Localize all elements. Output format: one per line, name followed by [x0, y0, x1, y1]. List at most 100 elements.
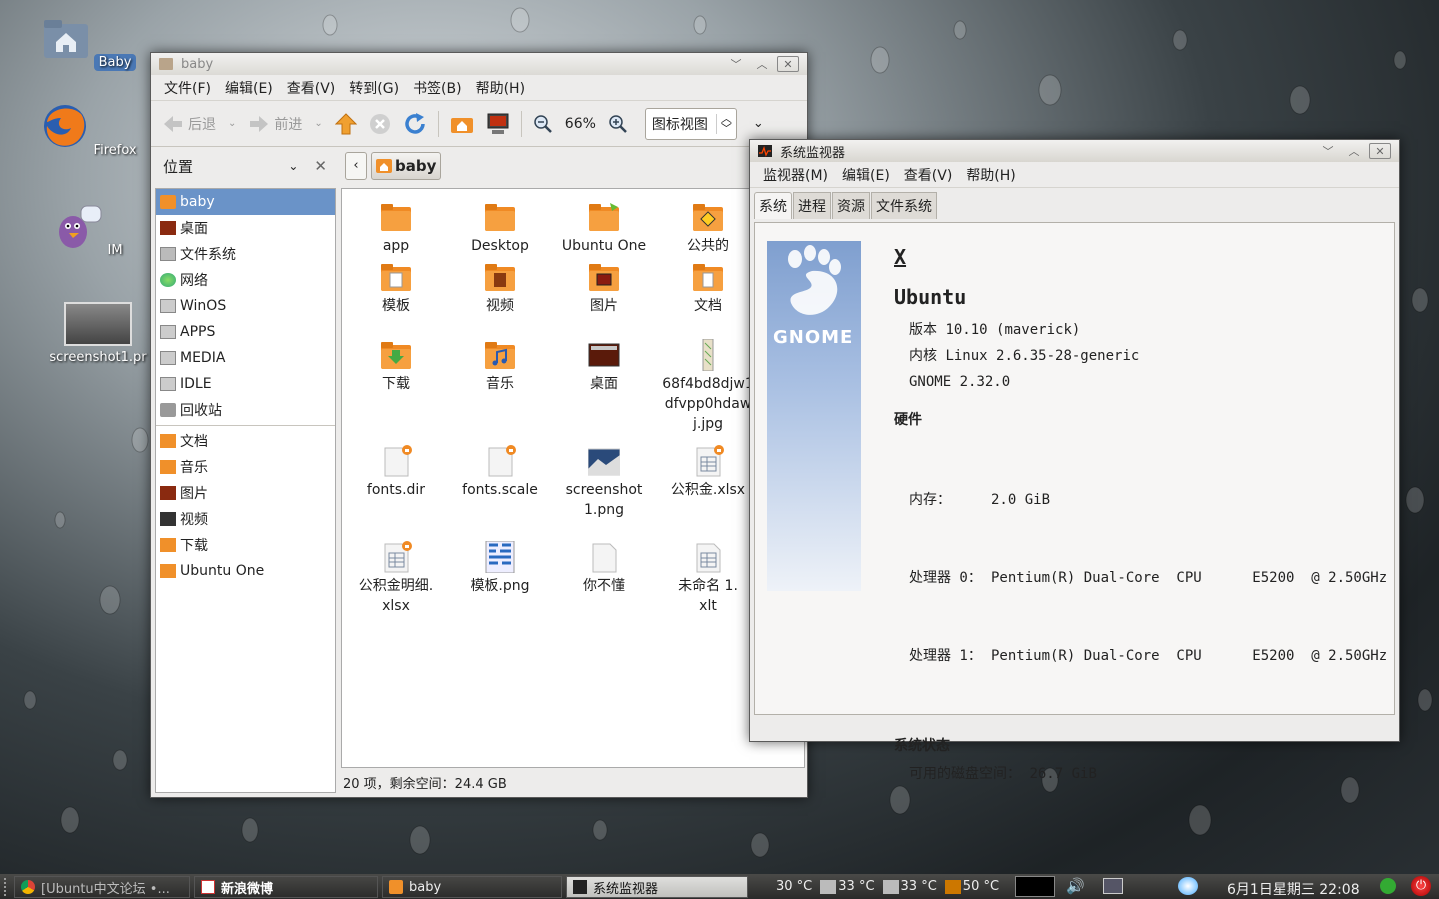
file-item[interactable]: 68f4bd8djw1 dfvpp0hdaw j.jpg: [658, 338, 758, 434]
panel-handle[interactable]: [4, 878, 10, 896]
close-sidebar-icon[interactable]: ✕: [314, 157, 327, 175]
minimize-button[interactable]: ﹀: [1317, 143, 1339, 159]
file-item[interactable]: fonts.scale: [450, 445, 550, 500]
stop-button[interactable]: [366, 113, 394, 135]
task-forum-browser[interactable]: [Ubuntu中文论坛 •...: [14, 876, 190, 898]
close-button[interactable]: ✕: [1369, 143, 1391, 159]
power-icon[interactable]: ⏻: [1411, 876, 1431, 896]
chevron-down-icon[interactable]: ⌄: [228, 118, 236, 129]
path-back-button[interactable]: ‹: [345, 152, 367, 180]
view-mode-select[interactable]: 图标视图 ︿ ﹀: [644, 107, 737, 140]
menu-edit[interactable]: 编辑(E): [218, 78, 280, 98]
tab-system[interactable]: 系统: [754, 192, 792, 219]
file-item[interactable]: fonts.dir: [346, 445, 446, 500]
folder-item[interactable]: Ubuntu One: [554, 201, 654, 256]
desktop-icon-im[interactable]: IM: [34, 202, 144, 258]
clock[interactable]: 6月1日星期三 22:08: [1227, 879, 1360, 899]
downloads-folder-icon: [160, 538, 176, 552]
menu-help[interactable]: 帮助(H): [469, 78, 532, 98]
menu-monitor[interactable]: 监视器(M): [756, 165, 835, 185]
maximize-button[interactable]: ︿: [1343, 143, 1365, 159]
sidebar-item-trash[interactable]: 回收站: [156, 397, 335, 423]
folder-item[interactable]: 文档: [658, 261, 758, 316]
file-item[interactable]: 模板.png: [450, 540, 550, 596]
tab-filesystems[interactable]: 文件系统: [871, 192, 937, 219]
folder-item[interactable]: 音乐: [450, 339, 550, 394]
file-manager-titlebar[interactable]: baby ﹀ ︿ ✕: [151, 53, 807, 75]
sidebar-item-downloads[interactable]: 下载: [156, 532, 335, 558]
file-item[interactable]: screenshot 1.png: [554, 445, 654, 520]
sidebar-item-network[interactable]: 网络: [156, 267, 335, 293]
folder-item[interactable]: 图片: [554, 261, 654, 316]
sidebar-item-ubuntu-one[interactable]: Ubuntu One: [156, 558, 335, 584]
back-button[interactable]: 后退 ⌄: [159, 114, 239, 134]
folder-item[interactable]: 桌面: [554, 339, 654, 394]
system-load-graph[interactable]: [1015, 876, 1055, 897]
qq-penguin-icon[interactable]: [1178, 877, 1198, 895]
menubar: 监视器(M) 编辑(E) 查看(V) 帮助(H): [750, 162, 1399, 188]
menu-file[interactable]: 文件(F): [157, 78, 218, 98]
task-system-monitor[interactable]: 系统监视器: [566, 876, 748, 898]
file-item[interactable]: 公积金.xlsx: [658, 445, 758, 500]
sidebar-item-filesystem[interactable]: 文件系统: [156, 241, 335, 267]
tab-processes[interactable]: 进程: [793, 192, 831, 219]
sidebar-item-music[interactable]: 音乐: [156, 454, 335, 480]
menu-bookmarks[interactable]: 书签(B): [406, 78, 469, 98]
folder-item[interactable]: 公共的: [658, 201, 758, 256]
close-button[interactable]: ✕: [777, 56, 799, 72]
sidebar-item-desktop[interactable]: 桌面: [156, 215, 335, 241]
file-item[interactable]: 公积金明细. xlsx: [346, 541, 446, 616]
folder-item[interactable]: 模板: [346, 261, 446, 316]
toolbar-overflow-chevron-icon[interactable]: ⌄: [753, 116, 764, 131]
computer-button[interactable]: [483, 113, 513, 135]
file-item[interactable]: 你不懂: [554, 541, 654, 596]
task-file-manager[interactable]: baby: [382, 876, 562, 898]
file-item[interactable]: 未命名 1. xlt: [658, 541, 758, 616]
maximize-button[interactable]: ︿: [751, 56, 773, 72]
folder-item[interactable]: 视频: [450, 261, 550, 316]
menu-go[interactable]: 转到(G): [342, 78, 406, 98]
sidebar-item-pictures[interactable]: 图片: [156, 480, 335, 506]
file-icon-view[interactable]: app Desktop Ubuntu One 公共的模板 视频 图片 文档下载 音乐 桌面 68f…: [341, 188, 805, 768]
menu-view[interactable]: 查看(V): [897, 165, 960, 185]
menu-help[interactable]: 帮助(H): [959, 165, 1022, 185]
desktop-icon-home[interactable]: Baby: [34, 14, 144, 71]
tab-resources[interactable]: 资源: [832, 192, 870, 219]
desktop-icon-firefox[interactable]: Firefox: [34, 102, 144, 158]
zoom-level[interactable]: 66%: [562, 116, 599, 132]
sidebar-item-documents[interactable]: 文档: [156, 428, 335, 454]
folder-item[interactable]: app: [346, 201, 446, 256]
desktop-icon-label: IM: [107, 243, 123, 258]
zoom-out-button[interactable]: [530, 114, 556, 134]
minimize-button[interactable]: ﹀: [725, 56, 747, 72]
temp-reading: 50 °C: [962, 879, 1000, 894]
sidebar-item-baby[interactable]: baby: [156, 189, 335, 215]
forward-button[interactable]: 前进 ⌄: [245, 114, 325, 134]
desktop-icon-screenshot[interactable]: screenshot1.pr: [38, 302, 158, 365]
sidebar-item-winos[interactable]: WinOS: [156, 293, 335, 319]
chevron-down-icon[interactable]: ⌄: [288, 159, 298, 173]
home-button[interactable]: [447, 114, 477, 134]
folder-item[interactable]: 下载: [346, 339, 446, 394]
up-button[interactable]: [332, 112, 360, 135]
hardware-details: 内存： 2.0 GiB 处理器 0： Pentium(R) Dual-Core CP…: [894, 435, 1387, 721]
mail-indicator-icon[interactable]: [1103, 878, 1123, 894]
network-status-icon[interactable]: [1380, 878, 1396, 894]
harddisk-icon: [882, 879, 899, 894]
sidebar-item-label: 图片: [180, 486, 208, 502]
menu-edit[interactable]: 编辑(E): [835, 165, 897, 185]
task-weibo[interactable]: 新浪微博: [194, 876, 378, 898]
zoom-in-button[interactable]: [605, 114, 631, 134]
system-monitor-titlebar[interactable]: 系统监视器 ﹀ ︿ ✕: [750, 140, 1399, 162]
sidebar-item-media[interactable]: MEDIA: [156, 345, 335, 371]
sidebar-item-idle[interactable]: IDLE: [156, 371, 335, 397]
path-button-home[interactable]: baby: [371, 152, 442, 180]
sidebar-item-videos[interactable]: 视频: [156, 506, 335, 532]
sidebar-item-apps[interactable]: APPS: [156, 319, 335, 345]
folder-item[interactable]: Desktop: [450, 201, 550, 256]
volume-icon[interactable]: 🔊: [1066, 877, 1085, 895]
reload-button[interactable]: [400, 112, 430, 135]
chevron-down-icon[interactable]: ⌄: [314, 118, 322, 129]
menu-view[interactable]: 查看(V): [280, 78, 343, 98]
image-file-icon: [484, 540, 516, 574]
